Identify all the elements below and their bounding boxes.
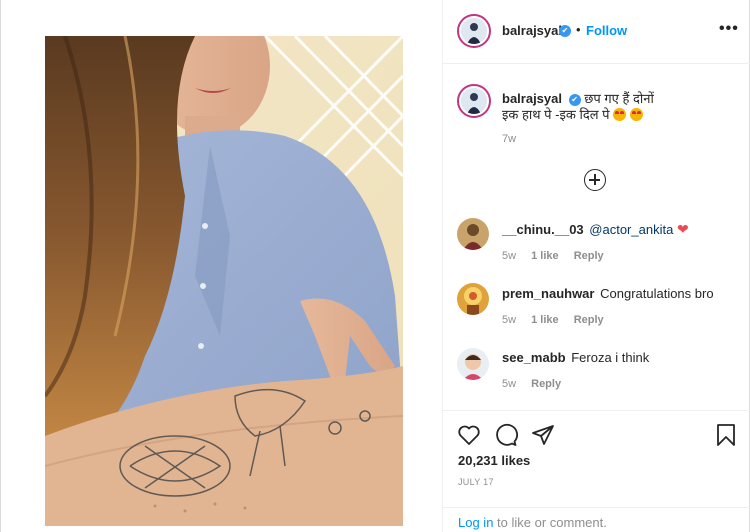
- speech-bubble-icon[interactable]: [494, 423, 518, 447]
- comment-mention[interactable]: @actor_ankita: [589, 222, 673, 237]
- avatar-image: [457, 348, 489, 380]
- red-heart-emoji-icon: ❤: [676, 221, 689, 237]
- avatar[interactable]: [457, 84, 491, 118]
- post-header: balrajsyal ✔ • Follow •••: [443, 0, 750, 64]
- reply-button[interactable]: Reply: [531, 378, 561, 390]
- post-photo[interactable]: [45, 36, 403, 526]
- comment-username[interactable]: __chinu.__03: [502, 222, 584, 237]
- author-username[interactable]: balrajsyal: [502, 23, 562, 38]
- bookmark-icon[interactable]: [714, 423, 738, 447]
- caption-timestamp[interactable]: 7w: [502, 133, 516, 145]
- login-link[interactable]: Log in: [458, 515, 493, 530]
- comment-meta: 5w 1 like Reply: [502, 314, 616, 326]
- avatar[interactable]: [457, 14, 491, 48]
- paper-plane-icon[interactable]: [531, 423, 555, 447]
- separator-dot: •: [576, 22, 581, 37]
- post-actions: 20,231 likes JULY 17 Log in to like or c…: [443, 410, 750, 532]
- comment-username[interactable]: see_mabb: [502, 350, 566, 365]
- post-date[interactable]: JULY 17: [458, 477, 494, 487]
- more-options-icon[interactable]: •••: [719, 20, 739, 38]
- comment-text: see_mabb Feroza i think: [502, 350, 649, 365]
- reply-button[interactable]: Reply: [574, 314, 604, 326]
- avatar-image: [457, 283, 489, 315]
- plus-circle-icon[interactable]: [584, 169, 606, 191]
- avatar-image: [457, 218, 489, 250]
- post-side-panel: balrajsyal ✔ • Follow ••• balrajsyal ✔ छ…: [443, 0, 750, 532]
- verified-badge-icon: ✔: [568, 93, 581, 106]
- comment-body: Congratulations bro: [600, 286, 714, 301]
- login-prompt-bar: Log in to like or comment.: [443, 507, 750, 532]
- comment-age[interactable]: 5w: [502, 314, 516, 326]
- avatar[interactable]: [457, 348, 489, 380]
- avatar[interactable]: [457, 283, 489, 315]
- likes-count[interactable]: 20,231 likes: [458, 453, 530, 468]
- login-prompt-text: to like or comment.: [493, 515, 607, 530]
- post-frame: balrajsyal ✔ • Follow ••• balrajsyal ✔ छ…: [0, 0, 750, 532]
- comment-likes[interactable]: 1 like: [531, 314, 559, 326]
- comment-body: Feroza i think: [571, 350, 650, 365]
- reply-button[interactable]: Reply: [574, 250, 604, 262]
- caption-text-1: छप गए हैं दोनों: [584, 91, 654, 106]
- heart-outline-icon[interactable]: [457, 423, 481, 447]
- comment-text: __chinu.__03 @actor_ankita ❤: [502, 221, 689, 238]
- heart-eyes-emoji-icon: [629, 108, 643, 121]
- post-media: [2, 0, 443, 532]
- comment-meta: 5w 1 like Reply: [502, 250, 616, 262]
- avatar[interactable]: [457, 218, 489, 250]
- comment-likes[interactable]: 1 like: [531, 250, 559, 262]
- photo-image: [45, 36, 403, 526]
- caption-line-2: इक हाथ पे -इक दिल पे: [502, 105, 643, 123]
- verified-badge-icon: ✔: [559, 25, 571, 37]
- heart-eyes-emoji-icon: [613, 108, 627, 121]
- comment-age[interactable]: 5w: [502, 250, 516, 262]
- login-prompt: Log in to like or comment.: [458, 515, 607, 530]
- comment-age[interactable]: 5w: [502, 378, 516, 390]
- comment-meta: 5w Reply: [502, 378, 573, 390]
- comment-text: prem_nauhwar Congratulations bro: [502, 286, 714, 301]
- comment-username[interactable]: prem_nauhwar: [502, 286, 594, 301]
- caption-text-2: इक हाथ पे -इक दिल पे: [502, 107, 610, 122]
- follow-button[interactable]: Follow: [586, 23, 627, 38]
- caption-username[interactable]: balrajsyal: [502, 91, 562, 106]
- avatar-image: [461, 88, 487, 114]
- avatar-image: [461, 18, 487, 44]
